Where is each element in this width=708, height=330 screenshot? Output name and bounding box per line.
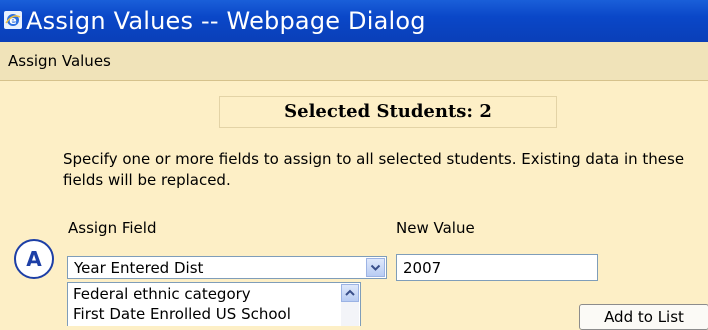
- callout-badge: A: [14, 239, 54, 279]
- assign-field-selected-value: Year Entered Dist: [74, 259, 204, 277]
- add-to-list-button[interactable]: Add to List: [579, 304, 708, 330]
- new-value-label: New Value: [396, 219, 475, 237]
- new-value-input[interactable]: [396, 254, 598, 281]
- scrollbar-track[interactable]: [341, 302, 359, 326]
- list-option[interactable]: First Date Enrolled US School: [73, 304, 291, 324]
- selected-students-box: Selected Students: 2: [219, 96, 557, 128]
- instructions-text: Specify one or more fields to assign to …: [63, 150, 685, 189]
- ie-icon: e: [4, 11, 22, 29]
- chevron-up-icon: [345, 289, 355, 296]
- field-listbox[interactable]: Federal ethnic category First Date Enrol…: [67, 282, 361, 326]
- window-title: Assign Values -- Webpage Dialog: [26, 7, 426, 35]
- list-option[interactable]: Federal ethnic category: [73, 284, 251, 304]
- dropdown-button[interactable]: [366, 258, 385, 277]
- assign-field-select[interactable]: Year Entered Dist: [67, 256, 387, 279]
- chevron-down-icon: [370, 264, 381, 271]
- menu-label-assign-values: Assign Values: [8, 52, 111, 70]
- selected-students-text: Selected Students: 2: [284, 101, 492, 122]
- menu-bar: Assign Values: [0, 42, 708, 81]
- scroll-up-button[interactable]: [341, 284, 359, 302]
- assign-field-label: Assign Field: [68, 219, 157, 237]
- title-bar: e Assign Values -- Webpage Dialog: [0, 0, 708, 42]
